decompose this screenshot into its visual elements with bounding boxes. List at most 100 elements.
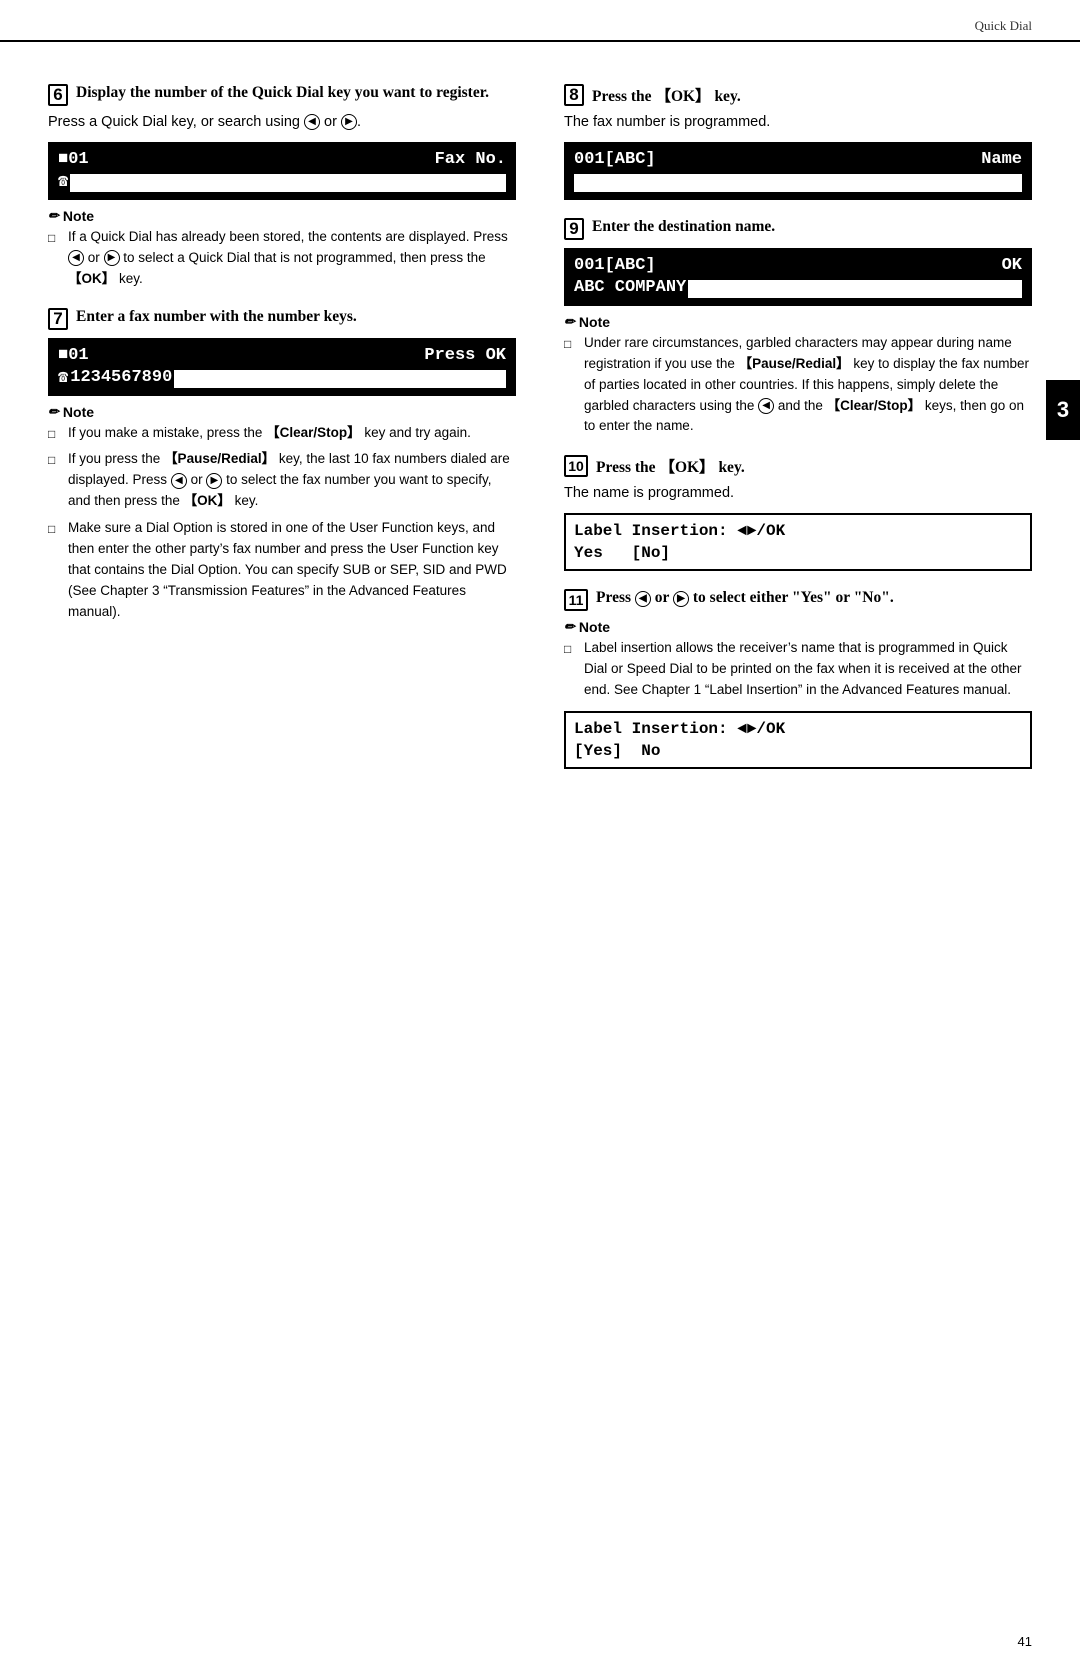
- step-6-number: 6: [48, 84, 68, 106]
- header-title: Quick Dial: [975, 18, 1032, 34]
- lcd-7-phone-icon: ☎: [58, 367, 68, 388]
- step-11-note: ✏ Note □ Label insertion allows the rece…: [564, 619, 1032, 701]
- note-bullet-7-2: □: [48, 451, 62, 470]
- note-pencil-icon: ✏: [48, 208, 59, 224]
- step-10-body: The name is programmed.: [564, 483, 1032, 505]
- step-7-note-label: Note: [63, 404, 94, 420]
- step-8-heading: 8 Press the 【OK】 key.: [564, 84, 1032, 106]
- step-9-lcd: 001[ABC] OK ABC COMPANY: [564, 248, 1032, 306]
- page-header: Quick Dial: [0, 0, 1080, 41]
- lcd-6-row1: ■01 Fax No.: [58, 149, 506, 171]
- step-11-block: 11 Press ◀ or ▶ to select either "Yes" o…: [564, 589, 1032, 769]
- lcd-10-row2-text: Yes [No]: [574, 544, 670, 562]
- lcd-8-row2: [574, 171, 1022, 193]
- step-6-note-item-1: □ If a Quick Dial has already been store…: [48, 227, 516, 290]
- step-7-heading-text: Enter a fax number with the number keys.: [76, 308, 357, 326]
- header-divider: [0, 41, 1080, 42]
- lcd-6-phone-icon: ☎: [58, 171, 68, 192]
- lcd-7-row1: ■01 Press OK: [58, 345, 506, 367]
- lcd-9-bar: [688, 280, 1022, 298]
- page-footer: 41: [1018, 1634, 1032, 1649]
- lcd-6-row1-left: ■01: [58, 150, 89, 169]
- lcd-9-text: ABC COMPANY: [574, 278, 686, 297]
- lcd-9-row1: 001[ABC] OK: [574, 255, 1022, 277]
- step-11-number: 11: [564, 589, 588, 611]
- step-6-note-label: Note: [63, 208, 94, 224]
- step-11-lcd: Label Insertion: ◄►/OK [Yes] No: [564, 711, 1032, 769]
- step-11-note-text-1: Label insertion allows the receiver’s na…: [584, 638, 1032, 701]
- step-7-block: 7 Enter a fax number with the number key…: [48, 308, 516, 623]
- step-7-number: 7: [48, 308, 68, 330]
- step-9-note-item-1: □ Under rare circumstances, garbled char…: [564, 333, 1032, 438]
- lcd-9-row2: ABC COMPANY: [574, 277, 1022, 299]
- note-bullet-icon: □: [48, 229, 62, 248]
- step-9-heading: 9 Enter the destination name.: [564, 218, 1032, 240]
- step-7-note-item-2: □ If you press the 【Pause/Redial】 key, t…: [48, 449, 516, 512]
- step-9-block: 9 Enter the destination name. 001[ABC] O…: [564, 218, 1032, 438]
- step-8-lcd: 001[ABC] Name: [564, 142, 1032, 200]
- step-6-heading: 6 Display the number of the Quick Dial k…: [48, 84, 516, 106]
- step-6-lcd: ■01 Fax No. ☎: [48, 142, 516, 200]
- step-6-note-heading: ✏ Note: [48, 208, 516, 224]
- arrow-left-icon: ◀: [304, 114, 320, 130]
- arrow-right-icon: ▶: [341, 114, 357, 130]
- lcd-7-number: 1234567890: [70, 368, 172, 387]
- step-6-note: ✏ Note □ If a Quick Dial has already bee…: [48, 208, 516, 290]
- step-11-heading: 11 Press ◀ or ▶ to select either "Yes" o…: [564, 589, 1032, 611]
- step-7-note: ✏ Note □ If you make a mistake, press th…: [48, 404, 516, 623]
- step-6-note-text-1: If a Quick Dial has already been stored,…: [68, 227, 516, 290]
- lcd-10-row1: Label Insertion: ◄►/OK: [574, 520, 1022, 542]
- step-8-block: 8 Press the 【OK】 key. The fax number is …: [564, 84, 1032, 200]
- step-7-note-text-2: If you press the 【Pause/Redial】 key, the…: [68, 449, 516, 512]
- page-number: 41: [1018, 1634, 1032, 1649]
- lcd-7-bar: [174, 370, 506, 388]
- step-11-note-item-1: □ Label insertion allows the receiver’s …: [564, 638, 1032, 701]
- step-7-note-item-1: □ If you make a mistake, press the 【Clea…: [48, 423, 516, 444]
- step-6-heading-text: Display the number of the Quick Dial key…: [76, 84, 489, 102]
- step-10-heading-text: Press the 【OK】 key.: [596, 455, 745, 477]
- lcd-9-row1-left: 001[ABC]: [574, 256, 656, 275]
- step-6-body: Press a Quick Dial key, or search using …: [48, 112, 516, 134]
- lcd-6-row1-right: Fax No.: [435, 150, 506, 169]
- step-9-note: ✏ Note □ Under rare circumstances, garbl…: [564, 314, 1032, 438]
- step-10-number: 10: [564, 455, 588, 477]
- note-bullet-7-1: □: [48, 425, 62, 444]
- step-8-heading-text: Press the 【OK】 key.: [592, 84, 741, 106]
- lcd-11-row2-text: [Yes] No: [574, 742, 660, 760]
- left-column: 6 Display the number of the Quick Dial k…: [48, 84, 516, 787]
- note-bullet-7-3: □: [48, 520, 62, 539]
- lcd-6-bar: [70, 174, 506, 192]
- step-11-heading-text: Press ◀ or ▶ to select either "Yes" or "…: [596, 589, 894, 607]
- step-11-note-label: Note: [579, 619, 610, 635]
- step-7-heading: 7 Enter a fax number with the number key…: [48, 308, 516, 330]
- lcd-7-row1-right: Press OK: [424, 346, 506, 365]
- note-pencil-icon-11: ✏: [564, 619, 575, 635]
- lcd-7-row1-left: ■01: [58, 346, 89, 365]
- note-pencil-icon-9: ✏: [564, 314, 575, 330]
- step-7-note-heading: ✏ Note: [48, 404, 516, 420]
- step-7-note-text-1: If you make a mistake, press the 【Clear/…: [68, 423, 516, 444]
- lcd-6-row2: ☎: [58, 171, 506, 193]
- lcd-8-bar: [574, 174, 1022, 192]
- step-7-note-text-3: Make sure a Dial Option is stored in one…: [68, 518, 516, 623]
- step-9-note-heading: ✏ Note: [564, 314, 1032, 330]
- note-bullet-11-1: □: [564, 640, 578, 659]
- step-9-number: 9: [564, 218, 584, 240]
- step-10-lcd: Label Insertion: ◄►/OK Yes [No]: [564, 513, 1032, 571]
- step-11-note-heading: ✏ Note: [564, 619, 1032, 635]
- lcd-10-row2: Yes [No]: [574, 542, 1022, 564]
- note-pencil-icon-7: ✏: [48, 404, 59, 420]
- step-9-note-label: Note: [579, 314, 610, 330]
- lcd-8-row1: 001[ABC] Name: [574, 149, 1022, 171]
- lcd-10-row1-text: Label Insertion: ◄►/OK: [574, 522, 785, 540]
- step-10-heading: 10 Press the 【OK】 key.: [564, 455, 1032, 477]
- step-8-number: 8: [564, 84, 584, 106]
- lcd-8-row1-left: 001[ABC]: [574, 150, 656, 169]
- page-body: 6 Display the number of the Quick Dial k…: [0, 54, 1080, 817]
- lcd-9-row1-right: OK: [1002, 256, 1022, 275]
- lcd-11-row1: Label Insertion: ◄►/OK: [574, 718, 1022, 740]
- lcd-11-row1-text: Label Insertion: ◄►/OK: [574, 720, 785, 738]
- step-7-note-item-3: □ Make sure a Dial Option is stored in o…: [48, 518, 516, 623]
- step-6-block: 6 Display the number of the Quick Dial k…: [48, 84, 516, 290]
- step-7-lcd: ■01 Press OK ☎ 1234567890: [48, 338, 516, 396]
